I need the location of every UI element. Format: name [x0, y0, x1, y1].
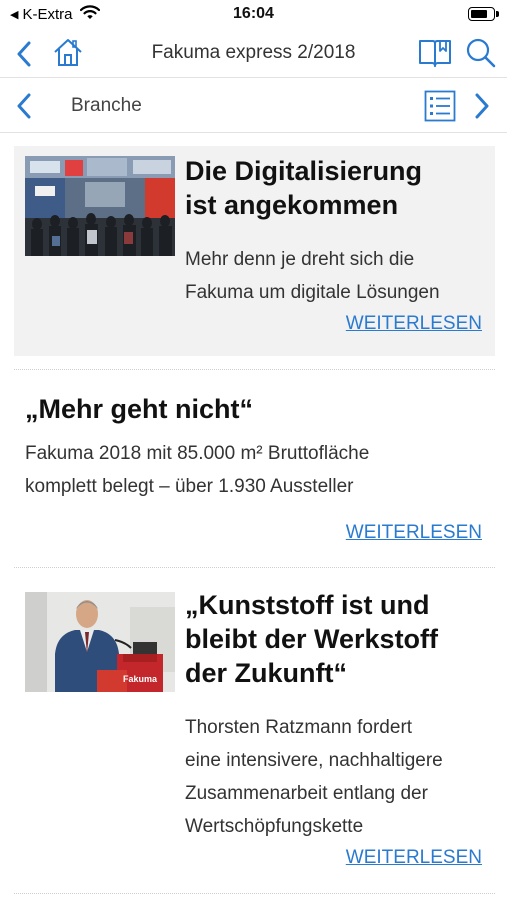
article-title-line[interactable]: der Zukunft“ — [185, 656, 438, 690]
article-teaser-line: eine intensivere, nachhaltigere — [185, 750, 443, 771]
nav-bar: Fakuma express 2/2018 — [0, 30, 507, 78]
read-more-link[interactable]: WEITERLESEN — [346, 847, 482, 869]
article-teaser: Thorsten Ratzmann fordert eine intensive… — [185, 711, 443, 843]
article-teaser-line: Mehr denn je dreht sich die — [185, 249, 415, 270]
article-teaser-line: Thorsten Ratzmann fordert — [185, 717, 413, 738]
status-bar: ◀ K-Extra 16:04 — [0, 0, 507, 30]
article-card[interactable]: Die Digitalisierung ist angekommen Mehr … — [14, 146, 495, 356]
article-title[interactable]: „Kunststoff ist und bleibt der Werkstoff… — [185, 588, 438, 690]
battery-icon — [468, 7, 499, 21]
table-of-contents-icon[interactable] — [424, 90, 456, 122]
article-card[interactable]: „Mehr geht nicht“ Fakuma 2018 mit 85.000… — [14, 380, 495, 560]
article-divider — [14, 369, 495, 370]
image-sign-text: Fakuma — [123, 674, 158, 684]
article-card[interactable]: Fakuma „Kunststoff ist und bleibt der We… — [14, 580, 495, 880]
article-teaser: Fakuma 2018 mit 85.000 m² Bruttofläche k… — [25, 437, 369, 503]
article-image-speaker-at-podium[interactable]: Fakuma — [25, 592, 175, 692]
section-bar: Branche — [0, 79, 507, 133]
search-icon[interactable] — [465, 37, 497, 69]
section-label: Branche — [71, 95, 142, 116]
article-divider — [14, 893, 495, 894]
article-teaser-line: Fakuma um digitale Lösungen — [185, 282, 440, 303]
battery-fill — [471, 10, 487, 18]
status-time: 16:04 — [233, 5, 274, 22]
article-title[interactable]: Die Digitalisierung ist angekommen — [185, 154, 422, 222]
article-teaser-line: Fakuma 2018 mit 85.000 m² Bruttofläche — [25, 443, 370, 464]
article-teaser-line: Zusammenarbeit entlang der — [185, 783, 428, 804]
next-section-chevron-icon[interactable] — [474, 93, 490, 119]
read-more-link[interactable]: WEITERLESEN — [346, 313, 482, 335]
article-title-line[interactable]: ist angekommen — [185, 188, 422, 222]
read-more-link[interactable]: WEITERLESEN — [346, 522, 482, 544]
book-bookmark-icon[interactable] — [418, 38, 452, 68]
previous-section-chevron-icon[interactable] — [16, 93, 32, 119]
article-title-line[interactable]: „Kunststoff ist und — [185, 588, 438, 622]
article-divider — [14, 567, 495, 568]
article-teaser: Mehr denn je dreht sich die Fakuma um di… — [185, 243, 440, 309]
article-teaser-line: Wertschöpfungskette — [185, 816, 364, 837]
article-title-line[interactable]: „Mehr geht nicht“ — [25, 392, 253, 426]
article-image-trade-fair-crowd[interactable] — [25, 156, 175, 256]
article-title-line[interactable]: bleibt der Werkstoff — [185, 622, 438, 656]
article-title[interactable]: „Mehr geht nicht“ — [25, 392, 253, 426]
article-teaser-line: komplett belegt – über 1.930 Aussteller — [25, 476, 354, 497]
article-title-line[interactable]: Die Digitalisierung — [185, 154, 422, 188]
